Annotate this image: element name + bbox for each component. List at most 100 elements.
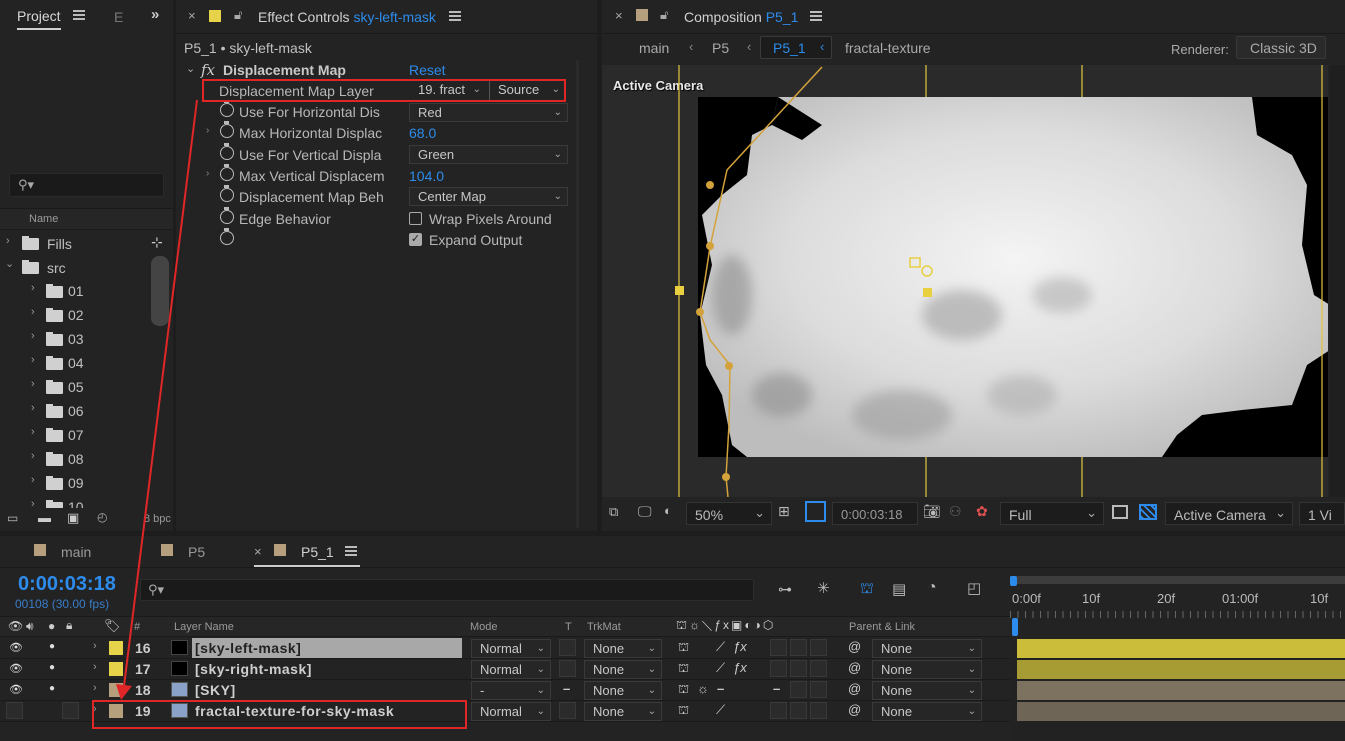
stopwatch-icon[interactable] (220, 228, 234, 245)
video-switch-box[interactable] (6, 702, 23, 719)
stopwatch-icon[interactable] (220, 100, 234, 117)
bpc-label[interactable]: 8 bpc (144, 513, 171, 525)
vertical-channel-dropdown[interactable]: Green ⌄ (409, 145, 568, 164)
collapse-arrow-icon[interactable]: ⌄ (5, 257, 14, 270)
expand-arrow-icon[interactable]: › (206, 125, 209, 136)
menu-icon[interactable] (345, 546, 357, 556)
lock-icon[interactable]: 🔒︎ (66, 618, 72, 633)
layer-name[interactable]: [sky-right-mask] (195, 661, 312, 677)
project-search-input[interactable]: ⚲▾ (9, 173, 164, 197)
motion-blur-switch-box[interactable] (770, 702, 787, 719)
expand-arrow-icon[interactable]: › (31, 282, 35, 294)
project-item-01[interactable]: › 01 (0, 280, 150, 304)
quality-switch-icon[interactable]: ⟋ (716, 639, 725, 655)
transparency-grid-icon[interactable] (1139, 504, 1157, 520)
nav-item-p5-1[interactable]: P5_1 ‹ (760, 36, 832, 59)
name-column-header[interactable]: Name (0, 208, 173, 230)
always-preview-icon[interactable]: ⧉ (609, 504, 618, 520)
expand-arrow-icon[interactable]: › (31, 450, 35, 462)
parent-dropdown[interactable]: None ⌄ (872, 681, 982, 700)
preserve-transparency-box[interactable] (559, 660, 576, 677)
label-color-swatch[interactable] (109, 683, 123, 697)
panel-overflow-icon[interactable]: » (151, 6, 159, 23)
view-dropdown[interactable]: Active Camera ⌄ (1165, 502, 1293, 525)
resolution-dropdown[interactable]: Full ⌄ (1000, 502, 1104, 525)
layer-bar-19[interactable] (1017, 702, 1345, 721)
project-item-06[interactable]: › 06 (0, 400, 150, 424)
parent-dropdown[interactable]: None ⌄ (872, 660, 982, 679)
frame-blending-icon[interactable]: ▤ (892, 580, 906, 598)
timeline-tab-p5-1[interactable]: × P5_1 (254, 536, 360, 567)
effect-switch-icon[interactable]: ƒx (733, 660, 747, 675)
trkmat-column-header[interactable]: TrkMat (587, 621, 621, 633)
trkmat-dropdown[interactable]: None ⌄ (584, 681, 662, 700)
3d-switch-box[interactable] (810, 702, 827, 719)
mode-column-header[interactable]: Mode (470, 621, 498, 633)
preserve-transparency-box[interactable] (559, 702, 576, 719)
map-behavior-dropdown[interactable]: Center Map ⌄ (409, 187, 568, 206)
collapse-switch-icon[interactable]: ☼ (697, 681, 709, 696)
label-tag-icon[interactable]: 🏷︎ (104, 618, 121, 634)
expand-arrow-icon[interactable]: › (6, 235, 10, 247)
project-item-02[interactable]: › 02 (0, 304, 150, 328)
pickwhip-icon[interactable]: @ (848, 702, 861, 717)
mask-visibility-icon[interactable]: ◐ (664, 503, 672, 518)
layer-name-column-header[interactable]: Layer Name (174, 621, 234, 633)
t-column-header[interactable]: T (565, 621, 572, 633)
nav-item-main[interactable]: main (639, 40, 669, 56)
expand-arrow-icon[interactable]: › (93, 640, 97, 652)
grid-guides-icon[interactable]: ⊞ (778, 503, 790, 520)
quality-switch-icon[interactable]: ⟋ (716, 702, 725, 718)
solo-icon[interactable]: ● (48, 619, 55, 633)
close-icon[interactable]: × (188, 8, 196, 23)
mode-dropdown[interactable]: - ⌄ (471, 681, 551, 700)
tab-project[interactable]: Project (17, 8, 61, 30)
tab-effects[interactable]: E (114, 9, 123, 25)
label-color-swatch[interactable] (109, 641, 123, 655)
timeline-tab-p5[interactable]: P5 (188, 544, 205, 560)
zoom-dropdown[interactable]: 50% ⌄ (686, 502, 772, 525)
comp-mini-flowchart-icon[interactable]: ⊶ (778, 581, 792, 598)
layer-bar-17[interactable] (1017, 660, 1345, 679)
snapshot-icon[interactable]: 📷︎ (923, 503, 941, 520)
project-item-04[interactable]: › 04 (0, 352, 150, 376)
mode-dropdown[interactable]: Normal ⌄ (471, 702, 551, 721)
adjustment-switch-box[interactable] (790, 660, 807, 677)
motion-blur-switch-box[interactable] (770, 660, 787, 677)
timeline-search-input[interactable]: ⚲▾ (140, 579, 754, 601)
audio-icon[interactable]: 🔊︎ (26, 619, 34, 634)
max-horizontal-value[interactable]: 68.0 (409, 125, 436, 141)
motion-blur-icon[interactable]: ◔ (927, 579, 937, 597)
preserve-transparency-box[interactable] (559, 639, 576, 656)
wrap-pixels-checkbox[interactable] (409, 212, 422, 225)
layer-row-16[interactable]: 👁︎ ● › 16 [sky-left-mask] Normal ⌄ None ⌄ … (0, 638, 1010, 659)
project-item-03[interactable]: › 03 (0, 328, 150, 352)
flowchart-icon[interactable]: ⊹ (151, 234, 163, 251)
expand-arrow-icon[interactable]: › (93, 661, 97, 673)
new-folder-icon[interactable]: ▬ (38, 510, 51, 525)
parent-dropdown[interactable]: None ⌄ (872, 702, 982, 721)
project-scrollbar[interactable] (151, 256, 169, 326)
parent-column-header[interactable]: Parent & Link (849, 621, 915, 633)
shy-switch-icon[interactable]: ⛫ (678, 682, 689, 698)
fast-previews-icon[interactable] (1112, 505, 1128, 519)
project-item-10[interactable]: › 10 (0, 496, 150, 508)
3d-switch-box[interactable] (810, 660, 827, 677)
mode-dropdown[interactable]: Normal ⌄ (471, 660, 551, 679)
project-item-fills[interactable]: › Fills (0, 232, 150, 256)
close-icon[interactable]: × (615, 8, 623, 23)
monitor-icon[interactable]: 🖵︎ (638, 503, 652, 520)
shy-layers-icon[interactable]: ⛫ (860, 580, 874, 599)
3d-switch-box[interactable] (810, 681, 827, 698)
interpret-footage-icon[interactable]: ▭ (7, 511, 18, 525)
comp-canvas[interactable] (602, 65, 1328, 497)
switches-header-icons[interactable]: ⛫☼⟍ƒx▣◐◑⬡ (676, 618, 775, 634)
stopwatch-icon[interactable] (220, 185, 234, 202)
solo-dot-icon[interactable]: ● (49, 683, 55, 694)
current-time-indicator[interactable] (1012, 618, 1018, 636)
expand-arrow-icon[interactable]: › (31, 354, 35, 366)
pickwhip-icon[interactable]: @ (848, 681, 861, 696)
project-item-09[interactable]: › 09 (0, 472, 150, 496)
time-ruler[interactable]: 0:00f 10f 20f 01:00f 10f (1010, 576, 1345, 636)
close-icon[interactable]: × (254, 544, 262, 559)
